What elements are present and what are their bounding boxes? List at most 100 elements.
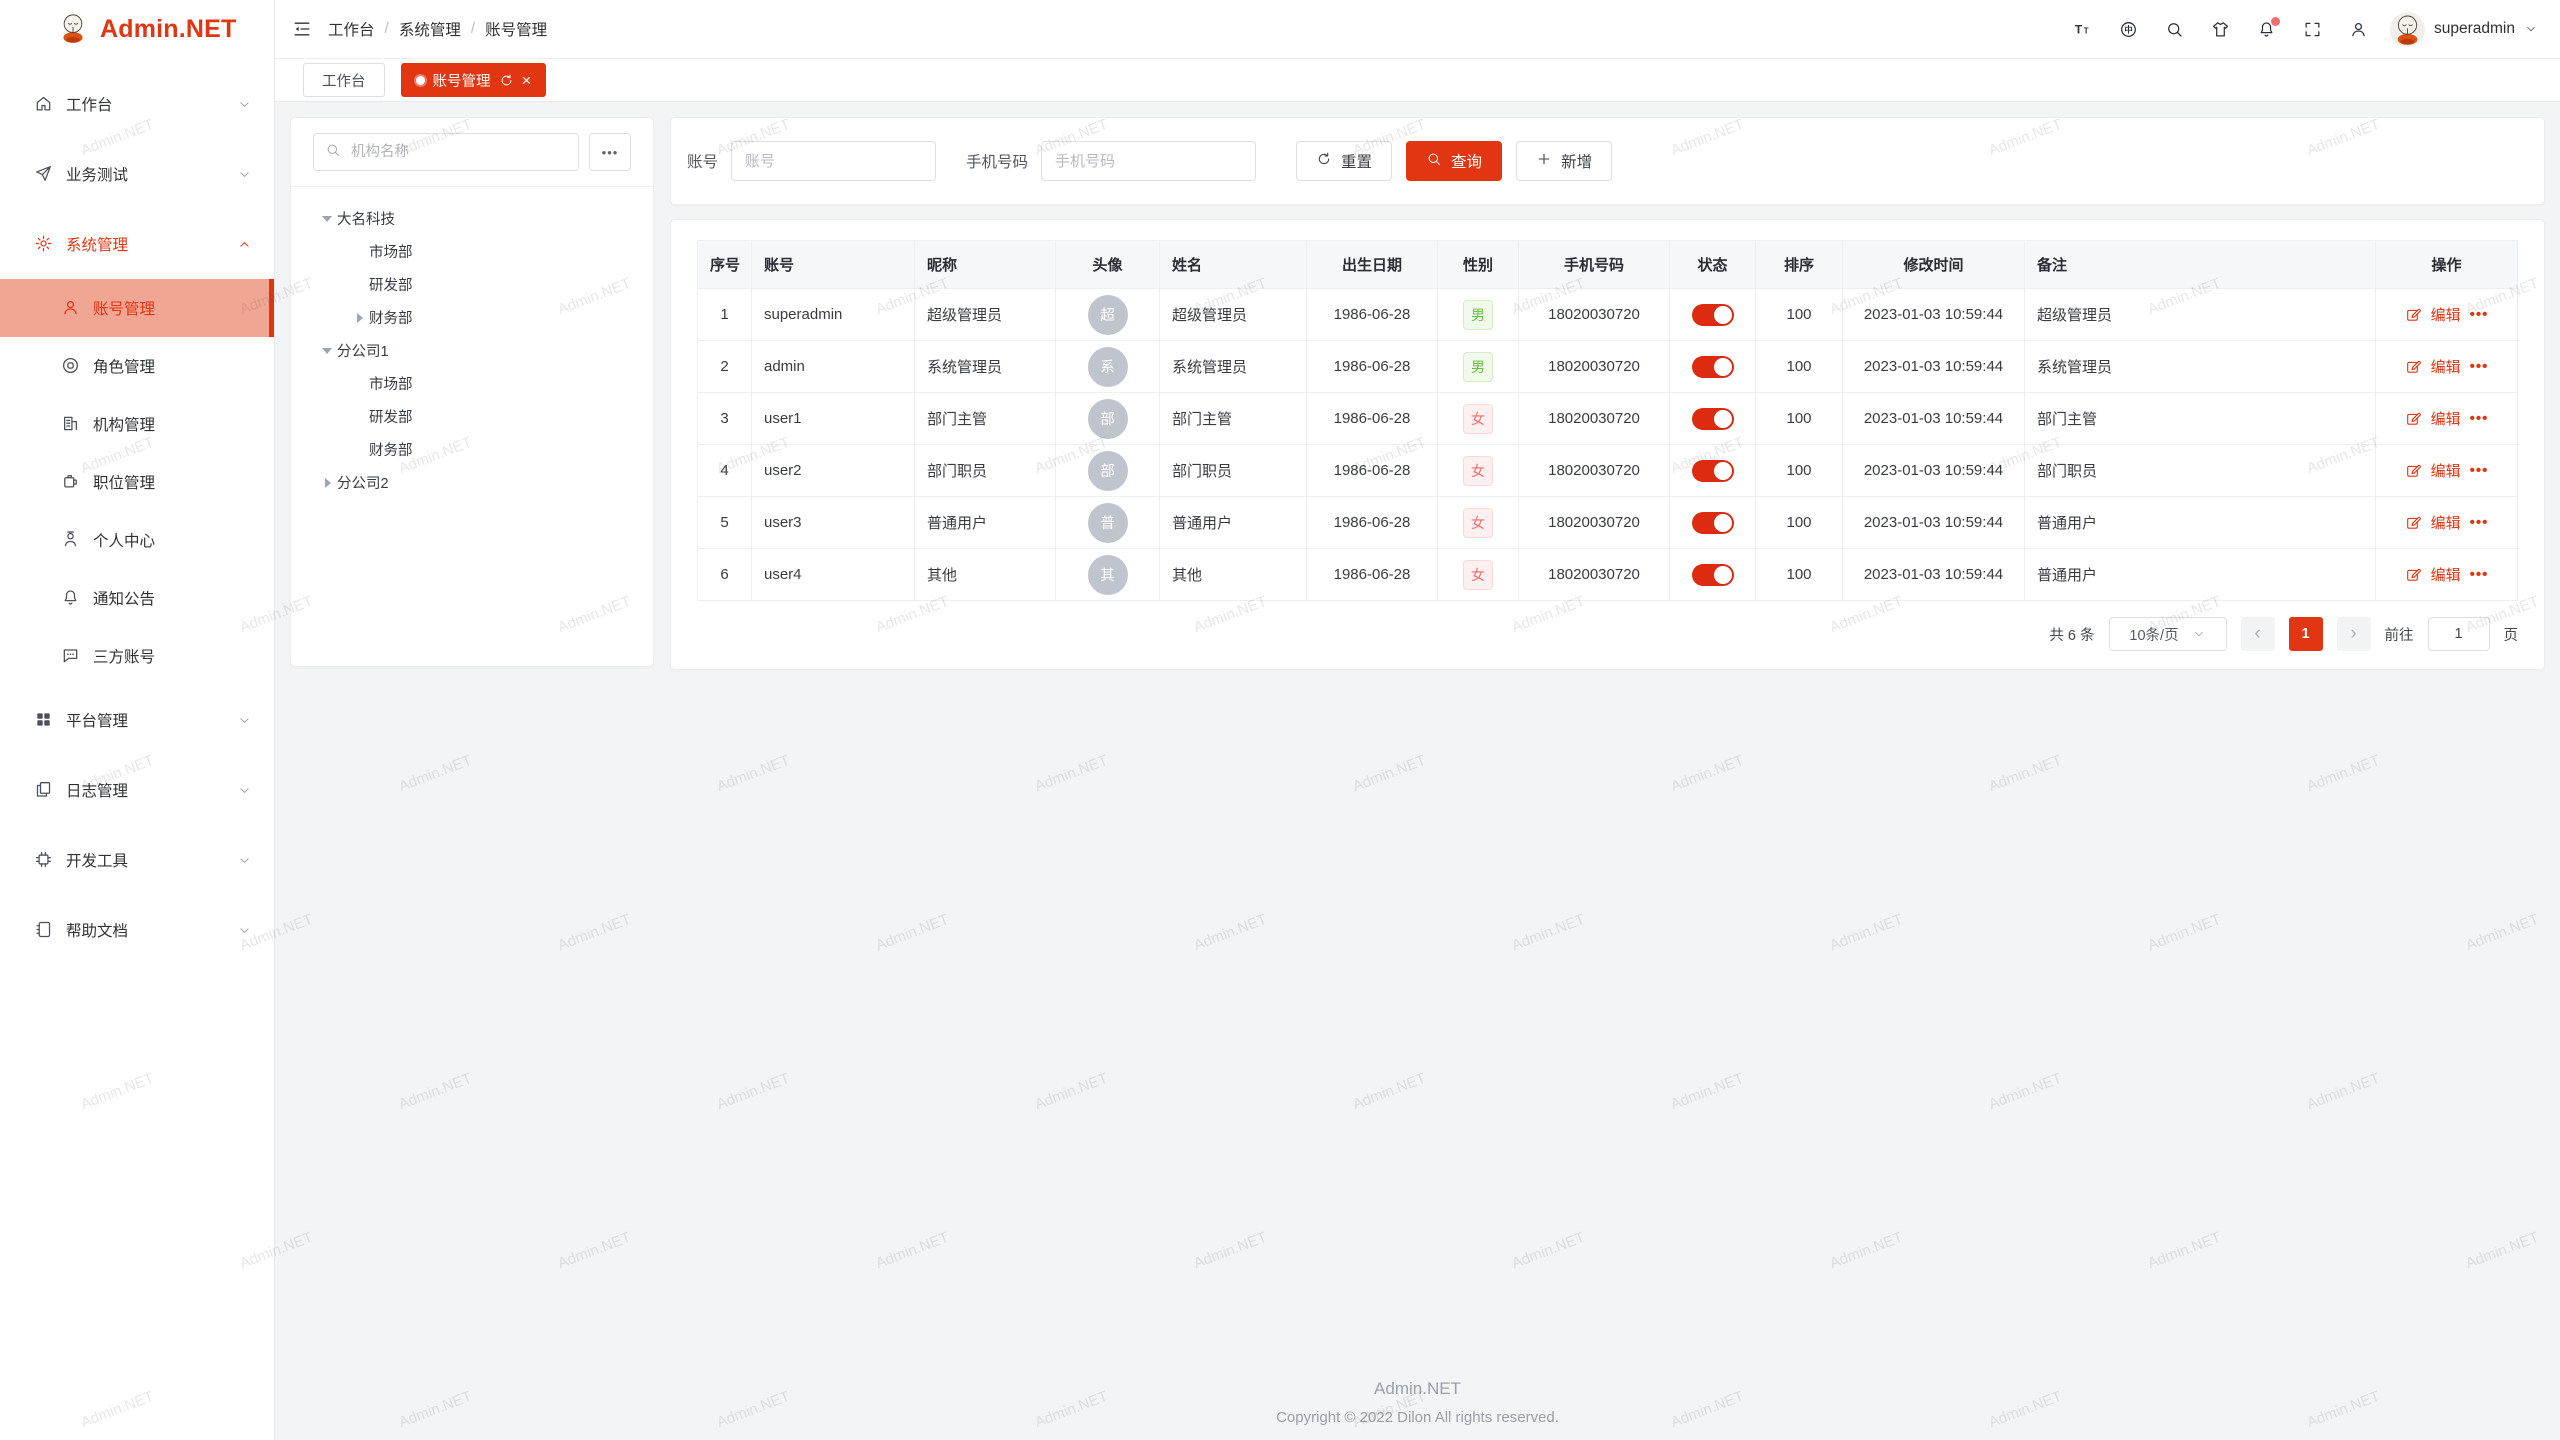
breadcrumb-account-mgmt[interactable]: 账号管理 (485, 18, 547, 40)
edit-link[interactable]: 编辑 (2431, 304, 2461, 325)
more-actions[interactable]: ••• (2470, 410, 2489, 427)
sidebar-item-dev-tools[interactable]: 开发工具 (0, 825, 274, 895)
tree-node-label: 市场部 (369, 241, 413, 262)
chevron-down-icon (237, 713, 252, 728)
prev-page-button[interactable]: ‹ (2241, 617, 2275, 651)
tree-node-branch-2[interactable]: 分公司2 (303, 466, 641, 499)
cell-modified: 2023-01-03 10:59:44 (1843, 497, 2025, 549)
caret-closed-icon[interactable] (349, 308, 369, 328)
right-column: 账号 手机号码 重置 查询 新增 (670, 117, 2545, 670)
sidebar-item-platform-mgmt[interactable]: 平台管理 (0, 685, 274, 755)
tree-node-market-dept[interactable]: 市场部 (303, 235, 641, 268)
col-sort: 排序 (1756, 241, 1843, 289)
tree-node-branch-1[interactable]: 分公司1 (303, 334, 641, 367)
edit-icon[interactable] (2405, 410, 2422, 427)
edit-link[interactable]: 编辑 (2431, 460, 2461, 481)
more-actions[interactable]: ••• (2470, 462, 2489, 479)
account-input[interactable] (731, 141, 936, 181)
caret-open-icon[interactable] (317, 341, 337, 361)
sidebar-item-personal-center[interactable]: 个人中心 (0, 511, 274, 569)
reset-button[interactable]: 重置 (1296, 141, 1392, 181)
sidebar-item-role-mgmt[interactable]: 角色管理 (0, 337, 274, 395)
sidebar-item-label: 角色管理 (93, 355, 155, 377)
more-actions[interactable]: ••• (2470, 306, 2489, 323)
status-toggle[interactable] (1692, 408, 1734, 430)
sidebar-item-log-mgmt[interactable]: 日志管理 (0, 755, 274, 825)
caret-open-icon[interactable] (317, 209, 337, 229)
sidebar-item-system-mgmt[interactable]: 系统管理 (0, 209, 274, 279)
more-actions[interactable]: ••• (2470, 566, 2489, 583)
user-menu[interactable]: superadmin (2390, 12, 2538, 47)
tab-account-mgmt[interactable]: 账号管理 × (401, 63, 547, 97)
next-page-button[interactable]: › (2337, 617, 2371, 651)
query-button[interactable]: 查询 (1406, 141, 1502, 181)
cell-phone: 18020030720 (1519, 393, 1670, 445)
add-button[interactable]: 新增 (1516, 141, 1612, 181)
cell-name: 其他 (1160, 549, 1307, 601)
sidebar-item-help-docs[interactable]: 帮助文档 (0, 895, 274, 965)
cell-avatar: 部 (1056, 393, 1160, 445)
tree-node-market-dept[interactable]: 市场部 (303, 367, 641, 400)
breadcrumb-workbench[interactable]: 工作台 (328, 18, 375, 40)
tree-node-rd-dept[interactable]: 研发部 (303, 400, 641, 433)
edit-icon[interactable] (2405, 514, 2422, 531)
phone-input[interactable] (1041, 141, 1256, 181)
notification-icon[interactable] (2257, 20, 2276, 39)
sidebar-item-workbench[interactable]: 工作台 (0, 69, 274, 139)
theme-icon[interactable] (2211, 20, 2230, 39)
sidebar-item-notice-announce[interactable]: 通知公告 (0, 569, 274, 627)
cell-seq: 6 (698, 549, 752, 601)
tab-workbench[interactable]: 工作台 (303, 63, 385, 97)
plus-icon (1536, 151, 1552, 172)
more-actions[interactable]: ••• (2470, 514, 2489, 531)
goto-page-input[interactable] (2428, 617, 2490, 651)
close-tab-icon[interactable]: × (522, 72, 532, 89)
org-more-button[interactable]: ••• (589, 133, 631, 171)
caret-closed-icon[interactable] (317, 473, 337, 493)
status-toggle[interactable] (1692, 564, 1734, 586)
edit-icon[interactable] (2405, 358, 2422, 375)
status-toggle[interactable] (1692, 304, 1734, 326)
fullscreen-icon[interactable] (2303, 20, 2322, 39)
edit-link[interactable]: 编辑 (2431, 512, 2461, 533)
org-search-input[interactable] (349, 143, 567, 161)
more-actions[interactable]: ••• (2470, 358, 2489, 375)
current-page-button[interactable]: 1 (2289, 617, 2323, 651)
sidebar-item-org-mgmt[interactable]: 机构管理 (0, 395, 274, 453)
edit-link[interactable]: 编辑 (2431, 564, 2461, 585)
tree-node-rd-dept[interactable]: 研发部 (303, 268, 641, 301)
status-toggle[interactable] (1692, 512, 1734, 534)
cell-birthdate: 1986-06-28 (1307, 497, 1438, 549)
tree-node-finance-dept[interactable]: 财务部 (303, 301, 641, 334)
sidebar-item-position-mgmt[interactable]: 职位管理 (0, 453, 274, 511)
profile-icon[interactable] (2349, 20, 2368, 39)
edit-icon[interactable] (2405, 306, 2422, 323)
chat-icon (61, 646, 81, 666)
status-toggle[interactable] (1692, 356, 1734, 378)
edit-icon[interactable] (2405, 566, 2422, 583)
edit-icon[interactable] (2405, 462, 2422, 479)
refresh-tab-icon[interactable] (499, 73, 514, 88)
breadcrumb-system-mgmt[interactable]: 系统管理 (399, 18, 461, 40)
page-size-select[interactable]: 10条/页 (2109, 617, 2227, 651)
search-icon[interactable] (2165, 20, 2184, 39)
edit-link[interactable]: 编辑 (2431, 356, 2461, 377)
sidebar-item-business-test[interactable]: 业务测试 (0, 139, 274, 209)
tree-node-label: 研发部 (369, 406, 413, 427)
sidebar-item-third-account[interactable]: 三方账号 (0, 627, 274, 685)
tree-node-daming-tech[interactable]: 大名科技 (303, 202, 641, 235)
sidebar-item-label: 机构管理 (93, 413, 155, 435)
main-area: 工作台 / 系统管理 / 账号管理 TT中 superadmin 工作台 账号管… (275, 0, 2560, 1440)
cell-remark: 部门职员 (2025, 445, 2376, 497)
font-size-icon[interactable]: TT (2073, 20, 2092, 39)
tree-node-finance-dept[interactable]: 财务部 (303, 433, 641, 466)
sidebar-item-account-mgmt[interactable]: 账号管理 (0, 279, 274, 337)
language-icon[interactable]: 中 (2119, 20, 2138, 39)
cell-seq: 5 (698, 497, 752, 549)
logo[interactable]: Admin.NET (0, 0, 274, 59)
status-toggle[interactable] (1692, 460, 1734, 482)
edit-link[interactable]: 编辑 (2431, 408, 2461, 429)
collapse-sidebar-icon[interactable] (292, 19, 312, 39)
goto-unit: 页 (2504, 624, 2519, 645)
avatar: 系 (1088, 347, 1128, 387)
